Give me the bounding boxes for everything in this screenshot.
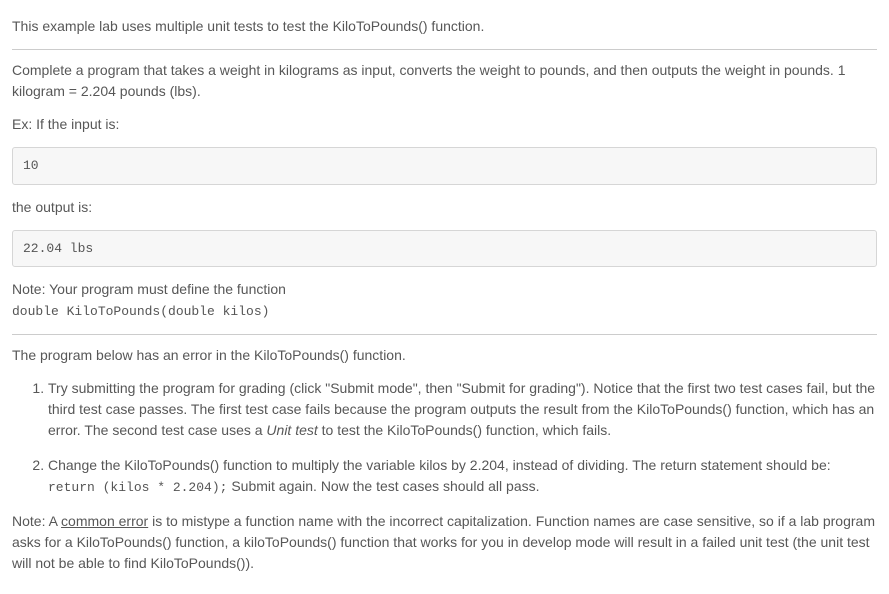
step2-text-b: Submit again. Now the test cases should … bbox=[227, 478, 539, 494]
intro-text: This example lab uses multiple unit test… bbox=[12, 16, 877, 37]
example-label: Ex: If the input is: bbox=[12, 114, 877, 135]
step-1: Try submitting the program for grading (… bbox=[48, 378, 877, 441]
divider bbox=[12, 49, 877, 50]
step2-code: return (kilos * 2.204); bbox=[48, 480, 227, 495]
note1-code: double KiloToPounds(double kilos) bbox=[12, 304, 269, 319]
task-text: Complete a program that takes a weight i… bbox=[12, 60, 877, 102]
output-example-block: 22.04 lbs bbox=[12, 230, 877, 268]
step1-text-b: to test the KiloToPounds() function, whi… bbox=[318, 422, 611, 438]
step2-text-a: Change the KiloToPounds() function to mu… bbox=[48, 457, 831, 473]
step-2: Change the KiloToPounds() function to mu… bbox=[48, 455, 877, 498]
note-common-error: Note: A common error is to mistype a fun… bbox=[12, 511, 877, 574]
step-list: Try submitting the program for grading (… bbox=[12, 378, 877, 498]
error-intro: The program below has an error in the Ki… bbox=[12, 345, 877, 366]
note1-text: Note: Your program must define the funct… bbox=[12, 281, 286, 297]
note2-a: Note: A bbox=[12, 513, 61, 529]
input-example-block: 10 bbox=[12, 147, 877, 185]
divider bbox=[12, 334, 877, 335]
step1-italic: Unit test bbox=[266, 422, 317, 438]
note2-underlined: common error bbox=[61, 513, 148, 529]
output-label: the output is: bbox=[12, 197, 877, 218]
note-define-function: Note: Your program must define the funct… bbox=[12, 279, 877, 322]
